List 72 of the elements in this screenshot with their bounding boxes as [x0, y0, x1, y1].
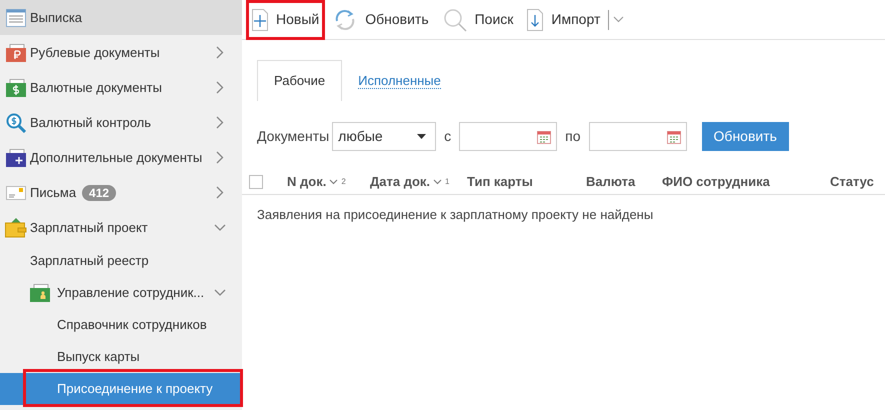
date-field[interactable]: [459, 122, 558, 151]
refresh-button[interactable]: Обновить: [702, 122, 789, 151]
chevron-down-icon[interactable]: [214, 289, 226, 297]
sidebar-item[interactable]: Валютный контроль: [0, 105, 242, 140]
field-label: Документы: [257, 127, 330, 146]
tab[interactable]: Исполненные: [342, 60, 457, 101]
toolbar-button[interactable]: Поиск: [436, 0, 520, 40]
wallet-icon: [5, 218, 27, 238]
sidebar-item[interactable]: Дополнительные документы: [0, 140, 242, 175]
search-icon: [442, 8, 467, 32]
checkbox[interactable]: [249, 175, 263, 189]
item-label: Справочник сотрудников: [57, 316, 207, 334]
sidebar-item[interactable]: Справочник сотрудников: [0, 309, 242, 341]
item-label: Письма: [30, 184, 76, 202]
item-label: Рублевые документы: [30, 44, 160, 62]
count-badge: 412: [82, 184, 116, 200]
letter-icon: [6, 184, 26, 200]
sidebar-item[interactable]: Выписка: [0, 0, 242, 35]
sidebar-item[interactable]: Рублевые документы: [0, 35, 242, 70]
toolbar-button[interactable]: Импорт: [521, 0, 606, 40]
sidebar-item[interactable]: Валютные документы: [0, 70, 242, 105]
sidebar-item[interactable]: Управление сотрудник...: [0, 277, 242, 309]
item-label: Зарплатный реестр: [30, 252, 149, 270]
chevron-down-icon[interactable]: [214, 224, 226, 232]
item-label: Управление сотрудник...: [57, 284, 204, 302]
sidebar-item[interactable]: Зарплатный реестр: [0, 245, 242, 277]
dropdown-button[interactable]: [608, 10, 624, 30]
item-label: Дополнительные документы: [30, 148, 202, 167]
plus-document-icon: [252, 8, 268, 30]
field-label: с: [444, 127, 452, 146]
toolbar-button[interactable]: Новый: [246, 0, 326, 40]
field-label: по: [565, 127, 581, 146]
sidebar-item[interactable]: Зарплатный проект: [0, 210, 242, 245]
empty-message: Заявления на присоединение к зарплатному проекту не найдены: [257, 207, 654, 222]
folder-dollar-icon: [6, 78, 26, 96]
dropdown-field[interactable]: любые: [332, 122, 436, 151]
item-label: Выписка: [30, 8, 82, 27]
chevron-right-icon[interactable]: [216, 151, 224, 164]
chevron-right-icon[interactable]: [216, 186, 224, 199]
chevron-down-icon: [613, 16, 624, 23]
calendar-icon: [537, 130, 552, 144]
caret-down-icon: [417, 134, 426, 139]
column-header[interactable]: Статус: [830, 172, 874, 192]
magnifier-dollar-icon: [6, 112, 26, 132]
folder-ruble-icon: [6, 44, 26, 62]
column-header[interactable]: Тип карты: [467, 172, 533, 192]
column-header[interactable]: ФИО сотрудника: [662, 172, 770, 192]
date-field[interactable]: [588, 122, 687, 151]
sidebar-item[interactable]: Выпуск карты: [0, 341, 242, 373]
chevron-right-icon[interactable]: [216, 116, 224, 129]
column-header[interactable]: Дата док. 1: [370, 172, 450, 192]
folder-plus-icon: [6, 148, 26, 166]
column-header[interactable]: Валюта: [586, 172, 636, 192]
sort-chevron-icon: [433, 179, 442, 185]
item-label: Валютные документы: [30, 78, 162, 97]
item-label: Выпуск карты: [57, 348, 140, 366]
list-icon: [6, 8, 26, 26]
sort-order: 2: [341, 176, 346, 188]
sort-chevron-icon: [329, 179, 338, 185]
column-header[interactable]: N док. 2: [287, 172, 346, 192]
import-document-icon: [527, 8, 544, 30]
sidebar-item[interactable]: Письма 412: [0, 175, 242, 210]
item-label: Присоединение к проекту: [57, 380, 213, 398]
item-label: Валютный контроль: [30, 114, 152, 132]
item-label: Зарплатный проект: [30, 218, 148, 237]
sort-order: 1: [445, 176, 450, 188]
chevron-right-icon[interactable]: [216, 81, 224, 94]
folder-person-icon: [30, 284, 52, 302]
toolbar-button[interactable]: Обновить: [327, 0, 435, 40]
chevron-right-icon[interactable]: [216, 46, 224, 59]
tab[interactable]: Рабочие: [257, 60, 342, 101]
calendar-icon: [666, 130, 681, 144]
